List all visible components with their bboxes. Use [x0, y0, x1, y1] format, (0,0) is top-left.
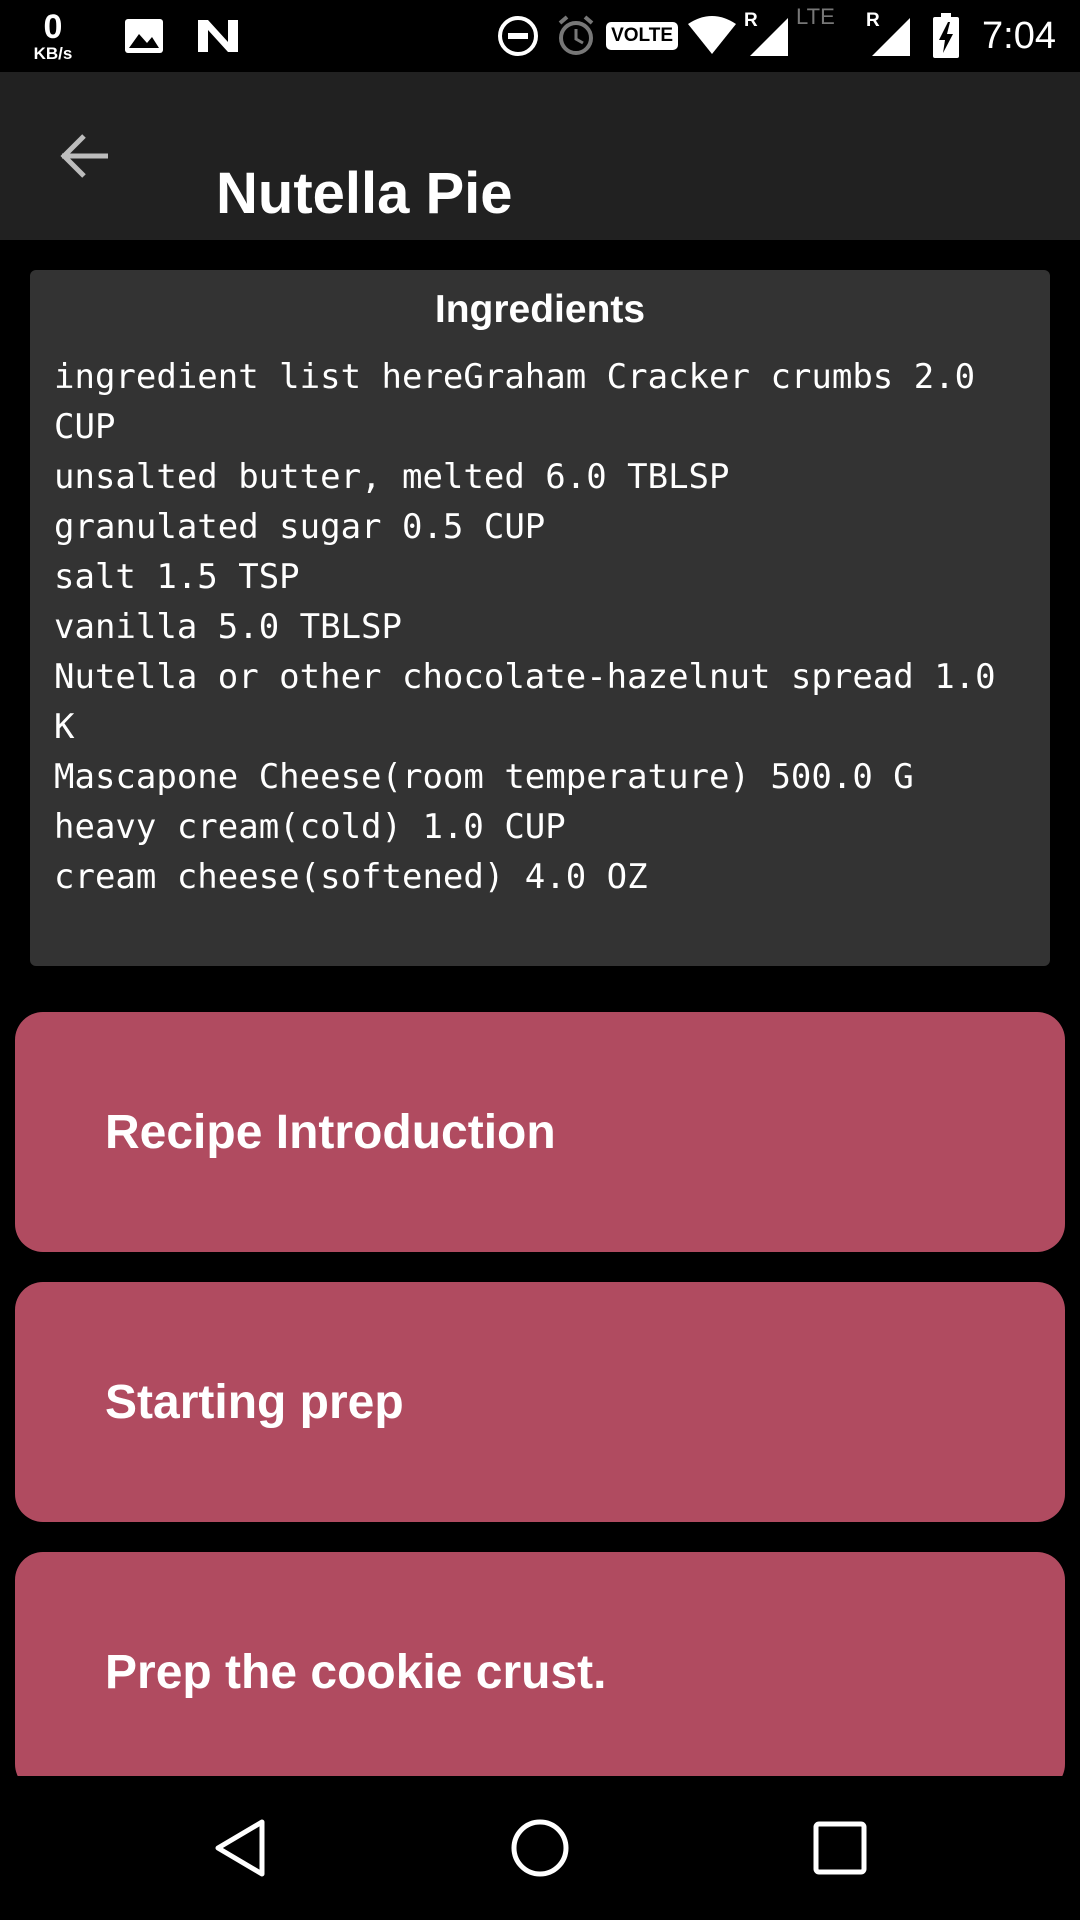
nav-home-button[interactable]	[496, 1804, 584, 1892]
lte-label: LTE	[796, 4, 835, 29]
roaming-indicator-1: R	[744, 10, 758, 31]
page-title: Nutella Pie	[216, 161, 513, 226]
back-button[interactable]	[40, 112, 128, 200]
ingredients-card: Ingredients ingredient list hereGraham C…	[30, 270, 1050, 966]
lte-signal-icon: LTE R	[796, 4, 912, 58]
step-card-recipe-introduction[interactable]: Recipe Introduction	[15, 1012, 1065, 1252]
step-card-prep-cookie-crust[interactable]: Prep the cookie crust.	[15, 1552, 1065, 1776]
ingredients-heading: Ingredients	[434, 288, 646, 331]
ingredients-list: ingredient list hereGraham Cracker crumb…	[54, 357, 996, 897]
network-speed: 0 KB/s	[24, 10, 82, 62]
network-speed-unit: KB/s	[33, 44, 73, 63]
roaming-indicator-2: R	[866, 10, 880, 31]
battery-charging-icon	[932, 13, 960, 59]
back-triangle-icon	[212, 1818, 268, 1878]
alarm-icon	[554, 14, 598, 58]
recipe-content[interactable]: Ingredients ingredient list hereGraham C…	[0, 240, 1080, 1776]
step-label: Starting prep	[105, 1375, 404, 1429]
navigation-bar	[0, 1776, 1080, 1920]
dnd-icon	[496, 14, 540, 58]
home-circle-icon	[510, 1818, 570, 1878]
step-card-starting-prep[interactable]: Starting prep	[15, 1282, 1065, 1522]
wifi-icon	[686, 16, 738, 56]
network-speed-value: 0	[43, 8, 63, 46]
signal-icon: R	[744, 10, 790, 58]
arrow-back-icon	[58, 132, 110, 180]
nav-back-button[interactable]	[196, 1804, 284, 1892]
clock: 7:04	[982, 14, 1056, 57]
n-notification-icon	[196, 16, 240, 56]
nav-recents-button[interactable]	[796, 1804, 884, 1892]
volte-badge: VOLTE	[606, 22, 679, 50]
step-label: Recipe Introduction	[105, 1105, 556, 1159]
app-bar: Nutella Pie	[0, 72, 1080, 240]
step-label: Prep the cookie crust.	[105, 1645, 607, 1699]
image-icon	[124, 18, 164, 54]
recents-square-icon	[812, 1820, 868, 1876]
status-bar: 0 KB/s VOLTE R LTE R 7:04	[0, 0, 1080, 72]
